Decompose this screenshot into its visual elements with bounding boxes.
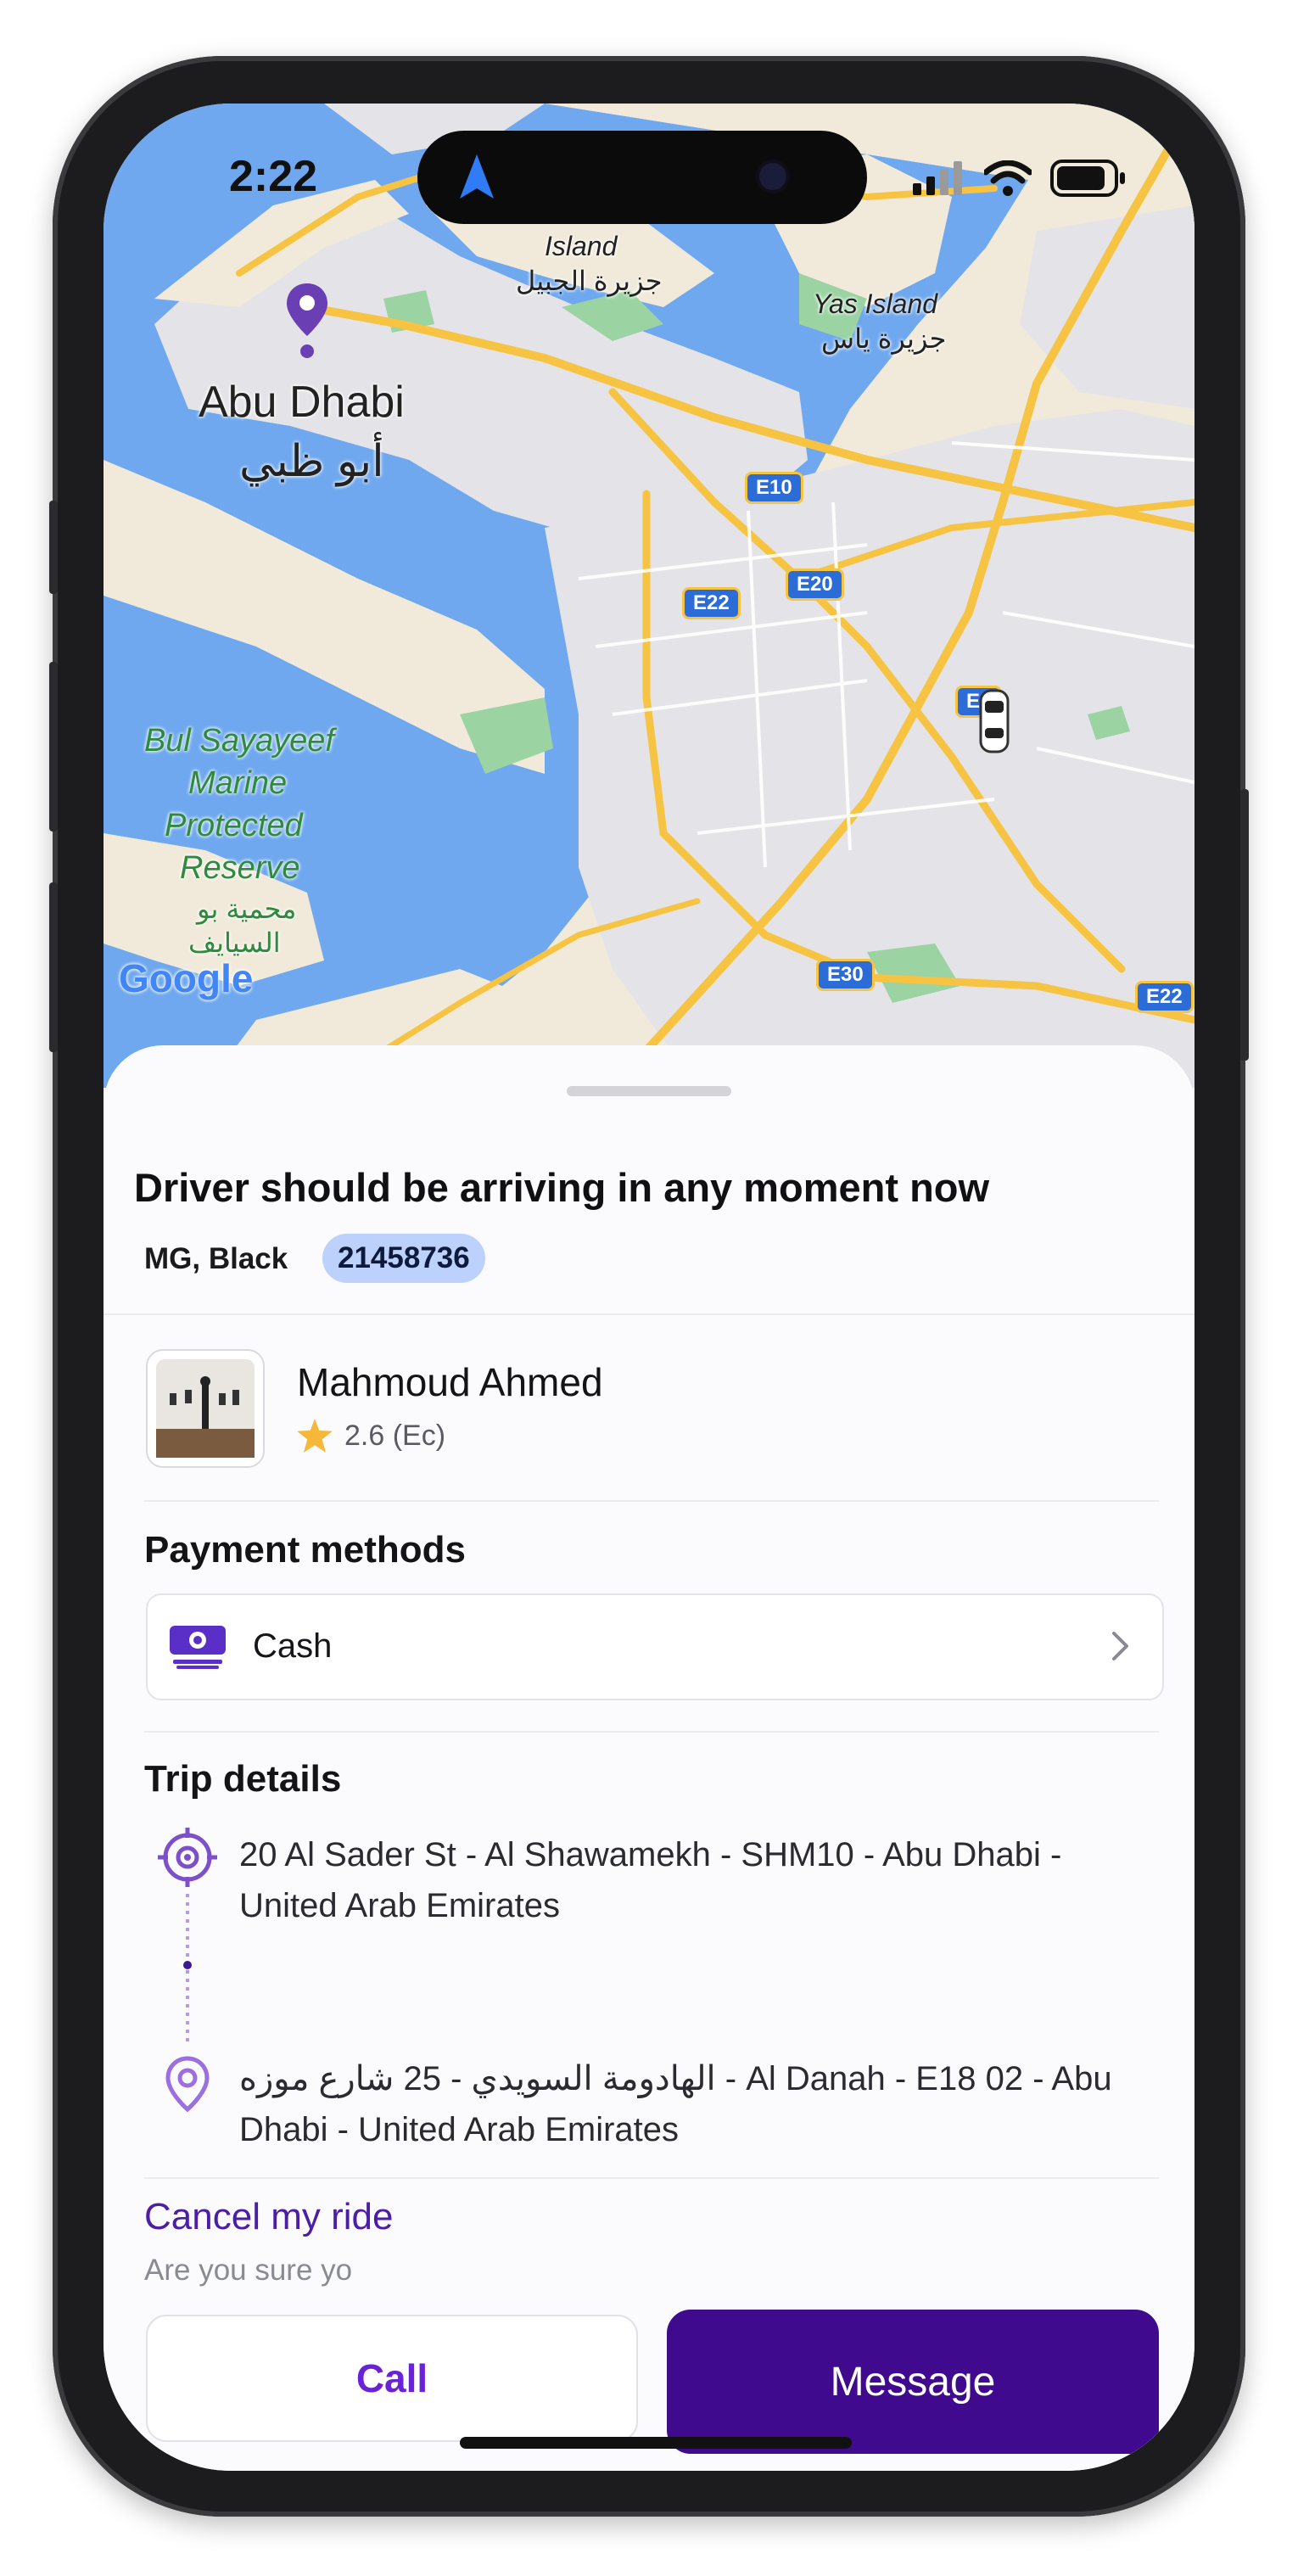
call-button[interactable]: Call [146,2315,638,2442]
payment-method-selector[interactable]: Cash [146,1593,1164,1700]
trip-details-title: Trip details [144,1758,342,1800]
driver-avatar[interactable] [146,1349,265,1468]
divider [144,2177,1159,2179]
home-indicator[interactable] [460,2437,852,2449]
status-icons [913,160,1127,197]
payment-method-label: Cash [253,1627,333,1665]
side-button [49,501,58,594]
payment-methods-title: Payment methods [144,1529,466,1571]
arrival-headline: Driver should be arriving in any moment … [134,1165,990,1210]
divider [144,1731,1159,1733]
map-label-reserve-ar-2: السيايف [188,927,281,958]
dynamic-island [417,131,867,224]
dropoff-pin-icon [165,2056,210,2113]
road-shield-e22-east: E22 [1135,981,1194,1013]
route-connector [183,1894,192,2047]
cash-icon [170,1626,226,1669]
star-icon [297,1419,333,1453]
status-time: 2:22 [229,152,318,201]
wifi-icon [984,160,1032,196]
driver-name: Mahmoud Ahmed [297,1360,603,1404]
battery-icon [1050,160,1125,197]
location-pin-icon[interactable] [287,283,327,360]
google-logo: Google [119,956,254,1000]
camera-icon [759,163,786,190]
map-label-reserve-ar-1: محمية بو [197,893,297,924]
pickup-address: 20 Al Sader St - Al Shawamekh - SHM10 - … [239,1836,1062,1924]
ride-sheet: Driver should be arriving in any moment … [104,1045,1194,2471]
map-label-yas-island-ar: جزيرة ياس [821,323,947,354]
road-shield-e20: E20 [786,568,844,601]
cellular-signal-icon [913,161,962,195]
map-label-reserve-1: Bul Sayayeef [144,723,334,759]
screen: Island جزيرة الجبيل Yas Island جزيرة ياس… [104,104,1194,2471]
car-info: MG, Black [144,1242,288,1275]
driver-rating: 2.6 (Ec) [297,1419,445,1453]
map-label-city: Abu Dhabi [199,378,405,427]
pickup-target-icon [158,1828,217,1887]
volume-down-button [49,882,58,1052]
message-button[interactable]: Message [667,2310,1159,2454]
map-label-reserve-4: Reserve [180,850,300,886]
map-label-island: Island [545,231,618,261]
map-label-city-ar: أبو ظبي [239,437,384,486]
road-shield-e30: E30 [816,959,875,991]
chevron-right-icon [1112,1632,1128,1660]
car-marker-icon [979,689,1010,753]
divider [104,1313,1194,1315]
sheet-grab-handle[interactable] [567,1086,731,1096]
map-label-reserve-2: Marine [188,765,288,801]
map-label-reserve-3: Protected [165,808,303,843]
plate-badge: 21458736 [322,1234,485,1283]
navigation-arrow-icon [460,154,494,199]
volume-up-button [49,662,58,832]
road-shield-e22: E22 [682,587,741,619]
map-label-yas-island: Yas Island [813,288,938,319]
map-label-island-ar: جزيرة الجبيل [516,266,663,296]
divider [144,1500,1159,1502]
road-shield-e10: E10 [745,472,803,504]
cancel-confirm-text: Are you sure yo [144,2254,353,2287]
cancel-ride-link[interactable]: Cancel my ride [144,2196,393,2238]
map-view[interactable]: Island جزيرة الجبيل Yas Island جزيرة ياس… [104,104,1194,1092]
dropoff-address: الهادومة السويدي - 25 شارع موزه - Al Dan… [239,2060,1112,2148]
power-button [1240,789,1249,1061]
rating-value: 2.6 (Ec) [344,1419,446,1452]
avatar-image [156,1359,255,1458]
